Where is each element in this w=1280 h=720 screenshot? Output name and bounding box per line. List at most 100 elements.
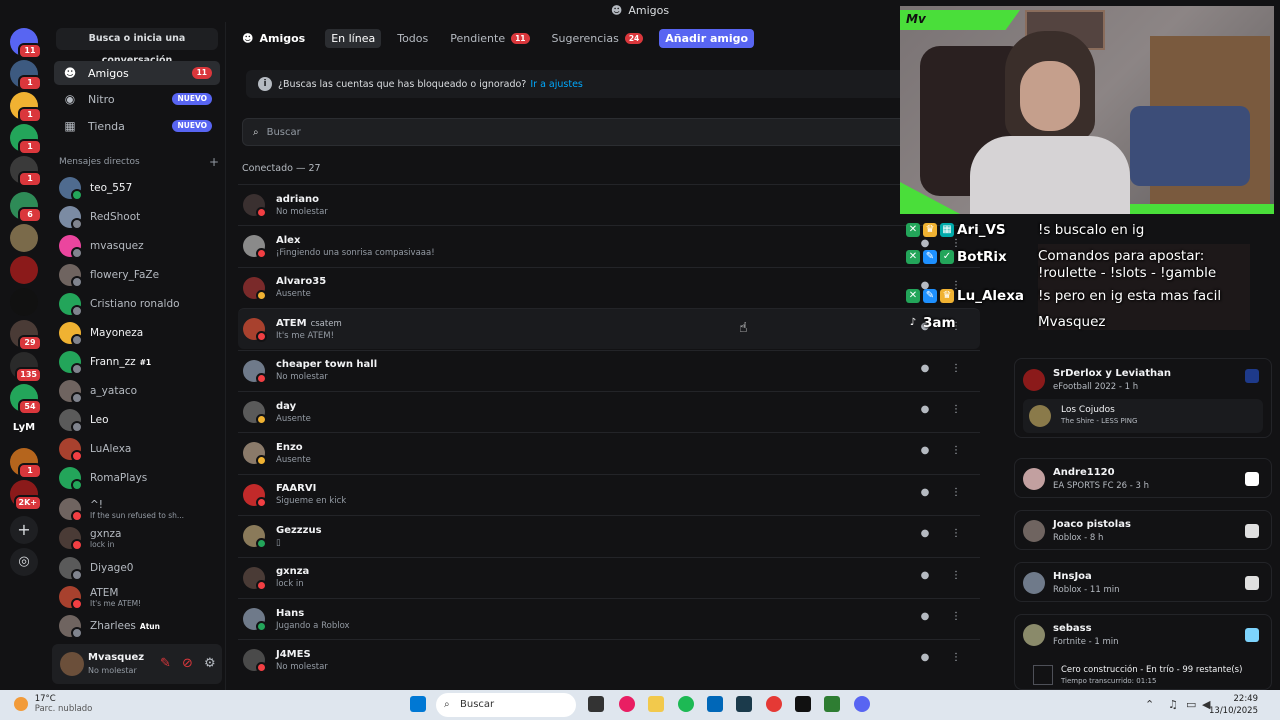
friend-row[interactable]: cheaper town hall No molestar ● ⋮: [238, 349, 980, 391]
message-icon[interactable]: ●: [917, 404, 933, 420]
friend-row[interactable]: gxnza lock in ● ⋮: [238, 556, 980, 598]
more-icon[interactable]: ⋮: [948, 404, 964, 420]
discord-icon[interactable]: [854, 696, 870, 712]
tab-suggestions[interactable]: Sugerencias 24: [546, 29, 650, 48]
new-dm-icon[interactable]: +: [209, 155, 219, 169]
deafen-icon[interactable]: ⊘: [182, 656, 193, 671]
settings-gear-icon[interactable]: ⚙: [204, 656, 216, 671]
more-icon[interactable]: ⋮: [948, 528, 964, 544]
server-icon[interactable]: 6: [10, 192, 42, 223]
dm-item[interactable]: Diyage0: [56, 555, 222, 581]
more-icon[interactable]: ⋮: [948, 611, 964, 627]
dm-item[interactable]: gxnza lock in: [56, 525, 222, 551]
task-view-icon[interactable]: [588, 696, 604, 712]
avatar[interactable]: [60, 652, 84, 676]
tab-all[interactable]: Todos: [391, 29, 434, 48]
message-icon[interactable]: ●: [917, 487, 933, 503]
tab-pending[interactable]: Pendiente 11: [444, 29, 535, 48]
dm-item[interactable]: Frann_zz #1: [56, 349, 222, 375]
settings-link[interactable]: Ir a ajustes: [530, 79, 583, 90]
tab-online[interactable]: En línea: [325, 28, 382, 48]
file-explorer-icon[interactable]: [648, 696, 664, 712]
spotify-icon[interactable]: [678, 696, 694, 712]
dm-item[interactable]: ATEM It's me ATEM!: [56, 584, 222, 610]
taskbar-search[interactable]: ⌕ Buscar: [436, 693, 576, 717]
server-icon[interactable]: 2K+: [10, 480, 42, 511]
store-icon[interactable]: [707, 696, 723, 712]
server-icon[interactable]: [10, 256, 38, 284]
more-icon[interactable]: ⋮: [948, 445, 964, 461]
mute-icon[interactable]: ✎: [160, 656, 171, 671]
message-icon[interactable]: ●: [917, 652, 933, 668]
server-icon[interactable]: [10, 224, 38, 252]
app-icon[interactable]: [824, 696, 840, 712]
friend-row[interactable]: day Ausente ● ⋮: [238, 391, 980, 432]
friend-row[interactable]: Alex ¡Fingiendo una sonrisa compasivaaa! ●…: [238, 225, 980, 266]
more-icon[interactable]: ⋮: [948, 363, 964, 379]
server-icon[interactable]: [10, 288, 38, 316]
find-conversation-button[interactable]: Busca o inicia una conversación: [56, 28, 218, 66]
avatar: [1023, 369, 1045, 391]
start-button[interactable]: [410, 696, 426, 712]
server-icon[interactable]: 1: [10, 92, 42, 123]
message-icon[interactable]: ●: [917, 445, 933, 461]
clock[interactable]: 22:49 13/10/2025: [1209, 693, 1258, 717]
explore-icon[interactable]: ◎: [10, 548, 38, 576]
activity-card[interactable]: sebass Fortnite - 1 min Cero construcció…: [1014, 614, 1272, 690]
dm-item[interactable]: teo_557: [56, 175, 222, 201]
network-icon[interactable]: ▭: [1186, 698, 1196, 711]
activity-card[interactable]: HnsJoa Roblox - 11 min: [1014, 562, 1272, 602]
chevron-up-icon[interactable]: ⌃: [1145, 698, 1154, 711]
activity-card[interactable]: SrDerlox y Leviathan eFootball 2022 - 1 …: [1014, 358, 1272, 438]
mic-icon[interactable]: ♫: [1168, 698, 1178, 711]
app-icon[interactable]: [766, 696, 782, 712]
more-icon[interactable]: ⋮: [948, 570, 964, 586]
dm-item[interactable]: Leo: [56, 407, 222, 433]
add-server-icon[interactable]: +: [10, 516, 38, 544]
message-icon[interactable]: ●: [917, 611, 933, 627]
more-icon[interactable]: ⋮: [948, 652, 964, 668]
weather-widget[interactable]: 17°C Parc. nublado: [14, 694, 92, 714]
message-icon[interactable]: ●: [917, 570, 933, 586]
dm-item[interactable]: mvasquez: [56, 233, 222, 259]
search-input[interactable]: ⌕ Buscar: [242, 118, 922, 146]
message-icon[interactable]: ●: [917, 528, 933, 544]
friend-row[interactable]: J4MES No molestar ● ⋮: [238, 639, 980, 680]
friend-row[interactable]: adrianoNo molestar●⋮: [238, 184, 980, 225]
app-icon[interactable]: [736, 696, 752, 712]
dm-item[interactable]: a_yataco: [56, 378, 222, 404]
server-icon[interactable]: 135: [10, 352, 42, 383]
friend-row[interactable]: FAARVI Sigueme en kick ● ⋮: [238, 473, 980, 515]
server-icon[interactable]: 29: [10, 320, 42, 351]
friend-row[interactable]: Gezzzus ▯ ● ⋮: [238, 515, 980, 556]
more-icon[interactable]: ⋮: [948, 487, 964, 503]
dm-item[interactable]: flowery_FaZe: [56, 262, 222, 288]
server-icon[interactable]: 54: [10, 384, 42, 415]
dm-item[interactable]: Mayoneza: [56, 320, 222, 346]
add-friend-button[interactable]: Añadir amigo: [659, 28, 755, 48]
server-icon[interactable]: 1: [10, 60, 42, 91]
server-icon[interactable]: 1: [10, 124, 42, 155]
tiktok-icon[interactable]: [795, 696, 811, 712]
app-icon[interactable]: [619, 696, 635, 712]
dm-item[interactable]: Zharlees Atun: [56, 613, 222, 639]
message-icon[interactable]: ●: [917, 363, 933, 379]
nav-nitro[interactable]: ◉ Nitro NUEVO: [54, 87, 220, 111]
dm-item[interactable]: LuAlexa: [56, 436, 222, 462]
dm-item[interactable]: RedShoot: [56, 204, 222, 230]
nav-shop[interactable]: ▦ Tienda NUEVO: [54, 114, 220, 138]
activity-card[interactable]: Andre1120 EA SPORTS FC 26 - 3 h: [1014, 458, 1272, 498]
friend-row[interactable]: ATEM csatem It's me ATEM! ● ⋮: [238, 308, 980, 350]
dm-item[interactable]: ^! If the sun refused to sh...: [56, 496, 222, 522]
server-icon[interactable]: 1: [10, 156, 42, 187]
activity-card[interactable]: Joaco pistolas Roblox - 8 h: [1014, 510, 1272, 550]
server-lym[interactable]: LyM: [6, 422, 42, 433]
friend-row[interactable]: Hans Jugando a Roblox ● ⋮: [238, 598, 980, 639]
dm-item[interactable]: Cristiano ronaldo: [56, 291, 222, 317]
dm-item[interactable]: RomaPlays: [56, 465, 222, 491]
server-icon[interactable]: 1: [10, 448, 42, 479]
friend-row[interactable]: Alvaro35 Ausente ● ⋮: [238, 266, 980, 308]
home-button[interactable]: 11: [10, 28, 42, 59]
friend-row[interactable]: Enzo Ausente ● ⋮: [238, 432, 980, 473]
nav-friends[interactable]: ☻ Amigos 11: [54, 61, 220, 85]
